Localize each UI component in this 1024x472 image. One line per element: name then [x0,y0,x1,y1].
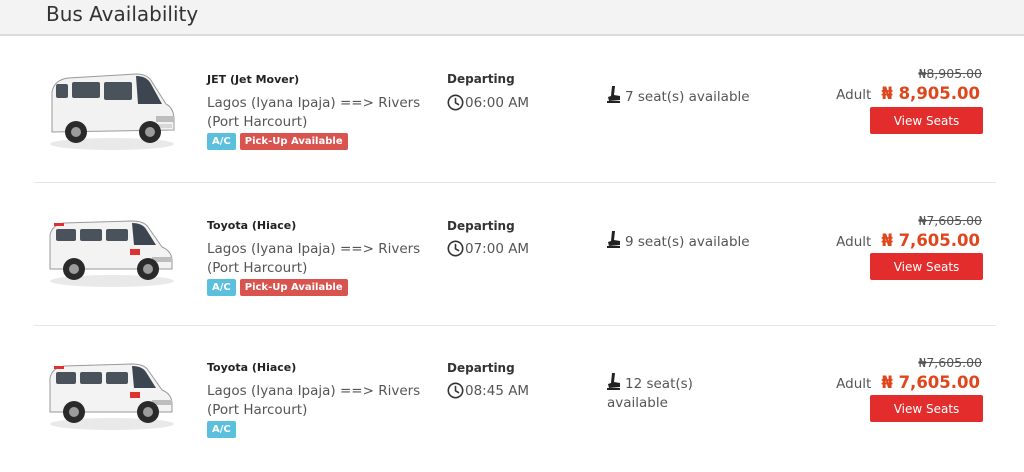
original-price: ₦7,605.00 [918,213,982,228]
departure-time-text: 07:00 AM [465,240,530,257]
adult-label: Adult [836,376,872,392]
bus-name: Toyota (Hiace) [207,361,297,374]
clock-icon [447,240,464,257]
bus-image [44,64,180,152]
seat-icon [607,373,621,390]
view-seats-button[interactable]: View Seats [870,395,983,422]
bus-image [44,346,180,434]
seat-icon [607,231,621,248]
trip-row: Toyota (Hiace) Lagos (Iyana Ipaja) ==> R… [0,326,1024,472]
fare-price: ₦ 7,605.00 [881,231,980,250]
fare-price: ₦ 8,905.00 [881,84,980,103]
price-line: Adult ₦ 8,905.00 [836,84,980,103]
bus-name: Toyota (Hiace) [207,219,297,232]
departing-label: Departing [447,72,515,86]
trip-row: Toyota (Hiace) Lagos (Iyana Ipaja) ==> R… [0,183,1024,325]
departure-time: 06:00 AM [447,94,529,111]
bus-image [44,203,180,291]
price-line: Adult ₦ 7,605.00 [836,231,980,250]
adult-label: Adult [836,234,872,250]
departing-label: Departing [447,361,515,375]
tag-pickup: Pick-Up Available [239,279,348,296]
departure-time: 07:00 AM [447,240,529,257]
tag-ac: A/C [207,279,236,296]
departure-time-text: 06:00 AM [465,94,530,111]
price-line: Adult ₦ 7,605.00 [836,373,980,392]
seat-icon [607,86,621,103]
tag-pickup: Pick-Up Available [239,133,348,150]
seat-availability: 9 seat(s) available [607,231,757,252]
departure-time: 08:45 AM [447,382,529,399]
route: Lagos (Iyana Ipaja) ==> Rivers (Port Har… [207,241,421,276]
bus-name: JET (Jet Mover) [207,73,300,86]
view-seats-button[interactable]: View Seats [870,107,983,134]
amenity-tags: A/C Pick-Up Available [207,133,348,150]
original-price: ₦7,605.00 [918,355,982,370]
view-seats-button[interactable]: View Seats [870,253,983,280]
seat-count-text: 7 seat(s) available [625,89,750,105]
seat-availability: 7 seat(s) available [607,86,757,107]
original-price: ₦8,905.00 [918,66,982,81]
route: Lagos (Iyana Ipaja) ==> Rivers (Port Har… [207,95,421,130]
fare-price: ₦ 7,605.00 [881,373,980,392]
adult-label: Adult [836,87,872,103]
trip-row: JET (Jet Mover) Lagos (Iyana Ipaja) ==> … [0,36,1024,182]
amenity-tags: A/C [207,421,236,438]
tag-ac: A/C [207,421,236,438]
page-title: Bus Availability [46,2,199,26]
clock-icon [447,94,464,111]
departing-label: Departing [447,219,515,233]
seat-availability: 12 seat(s) available [607,373,707,413]
page-header: Bus Availability [0,0,1024,36]
tag-ac: A/C [207,133,236,150]
amenity-tags: A/C Pick-Up Available [207,279,348,296]
clock-icon [447,382,464,399]
route: Lagos (Iyana Ipaja) ==> Rivers (Port Har… [207,383,421,418]
seat-count-text: 9 seat(s) available [625,234,750,250]
departure-time-text: 08:45 AM [465,382,530,399]
